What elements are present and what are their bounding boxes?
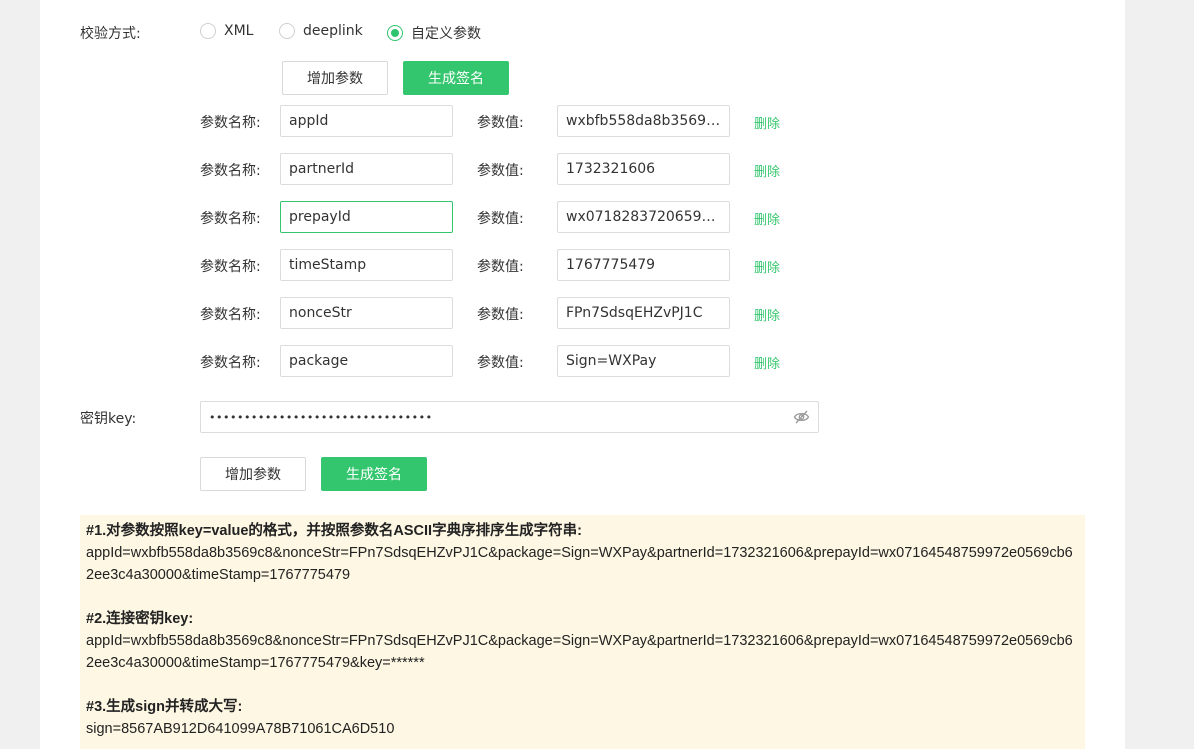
param-value-label: 参数值: — [477, 355, 524, 371]
param-name-label: 参数名称: — [200, 115, 261, 131]
result-box: #1.对参数按照key=value的格式，并按照参数名ASCII字典序排序生成字… — [80, 515, 1085, 749]
param-value-input[interactable] — [557, 297, 730, 329]
param-name-input[interactable] — [280, 345, 453, 377]
step2-text: appId=wxbfb558da8b3569c8&nonceStr=FPn7Sd… — [86, 633, 1073, 671]
radio-custom-params[interactable]: 自定义参数 — [387, 23, 481, 43]
secret-key-label: 密钥key: — [80, 411, 137, 427]
step2-title: #2.连接密钥key: — [86, 611, 194, 627]
generate-sign-button-top[interactable]: 生成签名 — [403, 61, 509, 95]
radio-xml-label: XML — [224, 23, 254, 39]
delete-param-link[interactable]: 删除 — [754, 257, 780, 276]
generate-sign-button[interactable]: 生成签名 — [321, 457, 427, 491]
param-name-input[interactable] — [280, 297, 453, 329]
step1-title: #1.对参数按照key=value的格式，并按照参数名ASCII字典序排序生成字… — [86, 523, 582, 539]
param-value-input[interactable] — [557, 249, 730, 281]
verify-method-label: 校验方式: — [80, 26, 141, 42]
step1-text: appId=wxbfb558da8b3569c8&nonceStr=FPn7Sd… — [86, 545, 1073, 583]
eye-off-icon[interactable] — [793, 409, 810, 425]
param-value-label: 参数值: — [477, 163, 524, 179]
radio-custom-params-label: 自定义参数 — [411, 26, 481, 42]
radio-xml[interactable]: XML — [200, 23, 253, 39]
param-name-input[interactable] — [280, 153, 453, 185]
param-name-label: 参数名称: — [200, 307, 261, 323]
param-name-label: 参数名称: — [200, 163, 261, 179]
param-value-label: 参数值: — [477, 259, 524, 275]
param-name-input[interactable] — [280, 249, 453, 281]
param-value-input[interactable] — [557, 345, 730, 377]
param-value-label: 参数值: — [477, 211, 524, 227]
radio-circle — [200, 23, 216, 39]
radio-deeplink[interactable]: deeplink — [279, 23, 363, 39]
secret-key-input[interactable] — [200, 401, 819, 433]
param-value-input[interactable] — [557, 201, 730, 233]
step3-text: sign=8567AB912D641099A78B71061CA6D510 — [86, 721, 395, 737]
param-value-label: 参数值: — [477, 307, 524, 323]
param-value-input[interactable] — [557, 153, 730, 185]
param-name-input[interactable] — [280, 201, 453, 233]
add-param-button-top[interactable]: 增加参数 — [282, 61, 388, 95]
param-name-label: 参数名称: — [200, 355, 261, 371]
delete-param-link[interactable]: 删除 — [754, 305, 780, 324]
radio-circle — [279, 23, 295, 39]
delete-param-link[interactable]: 删除 — [754, 161, 780, 180]
param-value-input[interactable] — [557, 105, 730, 137]
radio-deeplink-label: deeplink — [303, 23, 363, 39]
radio-circle-checked — [387, 25, 403, 41]
delete-param-link[interactable]: 删除 — [754, 209, 780, 228]
param-value-label: 参数值: — [477, 115, 524, 131]
step3-title: #3.生成sign并转成大写: — [86, 699, 243, 715]
param-name-input[interactable] — [280, 105, 453, 137]
delete-param-link[interactable]: 删除 — [754, 353, 780, 372]
delete-param-link[interactable]: 删除 — [754, 113, 780, 132]
add-param-button[interactable]: 增加参数 — [200, 457, 306, 491]
param-name-label: 参数名称: — [200, 211, 261, 227]
param-name-label: 参数名称: — [200, 259, 261, 275]
